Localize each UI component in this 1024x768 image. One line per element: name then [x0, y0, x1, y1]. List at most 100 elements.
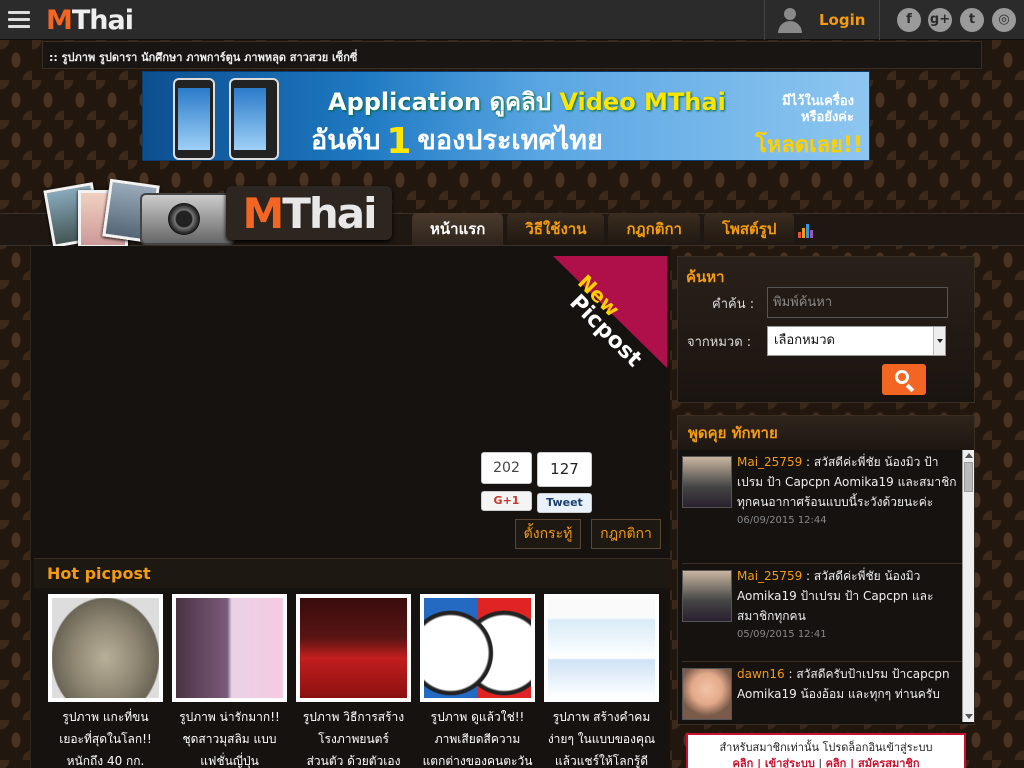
card-thumbnail[interactable]	[48, 594, 163, 702]
members-only-notice: สำหรับสมาชิกเท่านั้น โปรดล็อกอินเข้าสู่ร…	[686, 733, 966, 768]
create-topic-button[interactable]: ตั้งกระทู้	[515, 519, 581, 549]
chat-message: dawn16 : สวัสดีครับป้าเปรม ป้าcapcpn Aom…	[682, 664, 962, 724]
hot-picpost-card[interactable]: รูปภาพ แกะที่ขน เยอะที่สุดในโลก!! หนักถึ…	[48, 594, 163, 768]
instagram-icon[interactable]: ◎	[992, 8, 1016, 32]
banner-headline-b: Video MThai	[559, 88, 726, 116]
banner-headline: Application ดูคลิป Video MThai	[328, 82, 726, 121]
avatar[interactable]	[682, 456, 732, 508]
chat-separator: :	[802, 455, 814, 469]
card-thumbnail[interactable]	[172, 594, 287, 702]
logo-big-m: M	[242, 188, 284, 238]
search-input[interactable]	[767, 287, 948, 318]
search-button[interactable]	[882, 364, 926, 395]
logo-big-text: Thai	[282, 188, 377, 238]
members-only-text: สำหรับสมาชิกเท่านั้น โปรดล็อกอินเข้าสู่ร…	[719, 741, 933, 754]
category-select-value: เลือกหมวด	[774, 333, 835, 348]
banner-country-label: ของประเทศไทย	[417, 125, 603, 156]
banner-side-text: มีไว้ในเครื่อง หรือยังค่ะ	[782, 94, 854, 125]
tab-home[interactable]: หน้าแรก	[412, 213, 504, 245]
scroll-thumb[interactable]	[964, 462, 973, 492]
card-caption-line2: ชุดสาวมุสลิม แบบ	[182, 732, 277, 746]
hot-picpost-card[interactable]: รูปภาพ น่ารักมาก!! ชุดสาวมุสลิม แบบ แฟชั…	[172, 594, 287, 768]
banner-rank-label: อันดับ	[311, 125, 381, 156]
phone-image	[229, 78, 279, 160]
chat-title: พูดคุย ทักทาย	[678, 416, 974, 450]
chat-timestamp: 06/09/2015 12:44	[737, 515, 827, 526]
keyword-strip: :: รูปภาพ รูปดารา นักศึกษา ภาพการ์ตูน ภา…	[42, 41, 982, 69]
chat-separator: :	[802, 569, 814, 583]
card-thumbnail[interactable]	[544, 594, 659, 702]
tab-rules[interactable]: กฎกติกา	[608, 213, 700, 245]
card-caption-line3: แตกต่างของคนตะวัน	[422, 754, 533, 768]
search-title: ค้นหา	[686, 268, 725, 286]
card-thumbnail[interactable]	[296, 594, 411, 702]
card-caption-line1[interactable]: รูปภาพ น่ารักมาก!!	[172, 706, 287, 728]
app-banner[interactable]: Application ดูคลิป Video MThai อันดับ 1 ขอ…	[142, 71, 870, 161]
banner-headline-a: Application ดูคลิป	[328, 88, 560, 116]
chat-separator: :	[784, 667, 797, 681]
phone-image	[173, 78, 215, 160]
card-caption-line1[interactable]: รูปภาพ ดูแล้วใช่!!	[420, 706, 535, 728]
scroll-up-icon[interactable]	[965, 453, 973, 458]
hot-picpost-card[interactable]: รูปภาพ ดูแล้วใช่!! ภาพเสียดสีความ แตกต่า…	[420, 594, 535, 768]
banner-subline: อันดับ 1 ของประเทศไทย	[311, 118, 603, 161]
gplus-count: 202	[481, 452, 532, 484]
logo-text: Thai	[71, 4, 134, 36]
top-bar: M Thai Login f g+ t ◎	[0, 0, 1024, 40]
login-label: Login	[819, 11, 866, 29]
search-icon	[895, 370, 909, 384]
facebook-icon[interactable]: f	[897, 8, 921, 32]
chat-username[interactable]: Mai_25759	[737, 569, 802, 583]
login-link[interactable]: คลิก | เข้าสู่ระบบ	[732, 757, 814, 768]
photo-collage	[43, 178, 160, 248]
camera-image	[140, 193, 235, 245]
main-tabs: หน้าแรก วิธีใช้งาน กฎกติกา โพสต์รูป	[412, 213, 816, 245]
tab-post-photo[interactable]: โพสต์รูป	[703, 213, 795, 245]
card-caption-line3: หนักถึง 40 กก.	[66, 754, 145, 768]
gplus-button[interactable]: G+1	[481, 491, 532, 511]
tweet-count: 127	[537, 452, 592, 487]
hot-picpost-heading: Hot picpost	[34, 558, 670, 588]
rules-button[interactable]: กฎกติกา	[591, 519, 661, 549]
card-caption-line2: ภาพเสียดสีความ	[434, 732, 521, 746]
mthai-picpost-logo[interactable]: M Thai	[226, 186, 392, 240]
avatar[interactable]	[682, 570, 732, 622]
category-label: จากหมวด :	[687, 335, 752, 350]
chat-message: Mai_25759 : สวัสดีค่ะพี่ชัย น้องมิว ป้าเ…	[682, 452, 962, 564]
card-caption-line3: ส่วนตัว ด้วยตัวเอง	[306, 754, 401, 768]
banner-rank-number: 1	[386, 121, 412, 161]
chat-message: Mai_25759 : สวัสดีค่ะพี่ชัย น้องมิว Aomi…	[682, 566, 962, 662]
card-caption-line1[interactable]: รูปภาพ สร้างคำคม	[544, 706, 659, 728]
register-link[interactable]: คลิก | สมัครสมาชิก	[826, 757, 920, 768]
stats-icon[interactable]	[798, 220, 816, 238]
twitter-icon[interactable]: t	[960, 8, 984, 32]
avatar[interactable]	[682, 668, 732, 720]
card-caption-line1[interactable]: รูปภาพ แกะที่ขน	[48, 706, 163, 728]
login-button[interactable]: Login	[764, 0, 880, 40]
chat-timestamp: 05/09/2015 12:41	[737, 629, 827, 640]
link-separator: |	[814, 757, 826, 768]
hot-picpost-card[interactable]: รูปภาพ วิธีการสร้าง โรงภาพยนตร์ ส่วนตัว …	[296, 594, 411, 768]
banner-download-link[interactable]: โหลดเลย!!	[755, 127, 863, 160]
hamburger-menu-icon[interactable]	[8, 11, 30, 29]
card-thumbnail[interactable]	[420, 594, 535, 702]
user-icon	[777, 7, 803, 33]
category-select[interactable]: เลือกหมวด	[767, 326, 946, 356]
chat-username[interactable]: dawn16	[737, 667, 785, 681]
tweet-button[interactable]: Tweet	[537, 493, 592, 513]
chat-panel: พูดคุย ทักทาย Mai_25759 : สวัสดีค่ะพี่ชั…	[677, 415, 975, 725]
card-caption-line3: แล้วแชร์ให้โลกรู้ดี	[554, 754, 649, 768]
site-logo[interactable]: M Thai	[46, 4, 134, 36]
hot-picpost-card[interactable]: รูปภาพ สร้างคำคม ง่ายๆ ในแบบของคุณ แล้วแ…	[544, 594, 659, 768]
logo-m: M	[46, 4, 73, 36]
card-caption-line2: เยอะที่สุดในโลก!!	[59, 732, 152, 746]
tab-howto[interactable]: วิธีใช้งาน	[507, 213, 605, 245]
card-caption-line2: โรงภาพยนตร์	[318, 732, 389, 746]
keyword-label: คำค้น :	[712, 297, 755, 312]
card-caption-line1[interactable]: รูปภาพ วิธีการสร้าง	[296, 706, 411, 728]
chat-username[interactable]: Mai_25759	[737, 455, 802, 469]
scroll-down-icon[interactable]	[965, 714, 973, 719]
chat-scrollbar[interactable]	[962, 450, 974, 722]
search-panel: ค้นหา คำค้น : จากหมวด : เลือกหมวด	[677, 256, 975, 403]
google-plus-icon[interactable]: g+	[928, 8, 952, 32]
